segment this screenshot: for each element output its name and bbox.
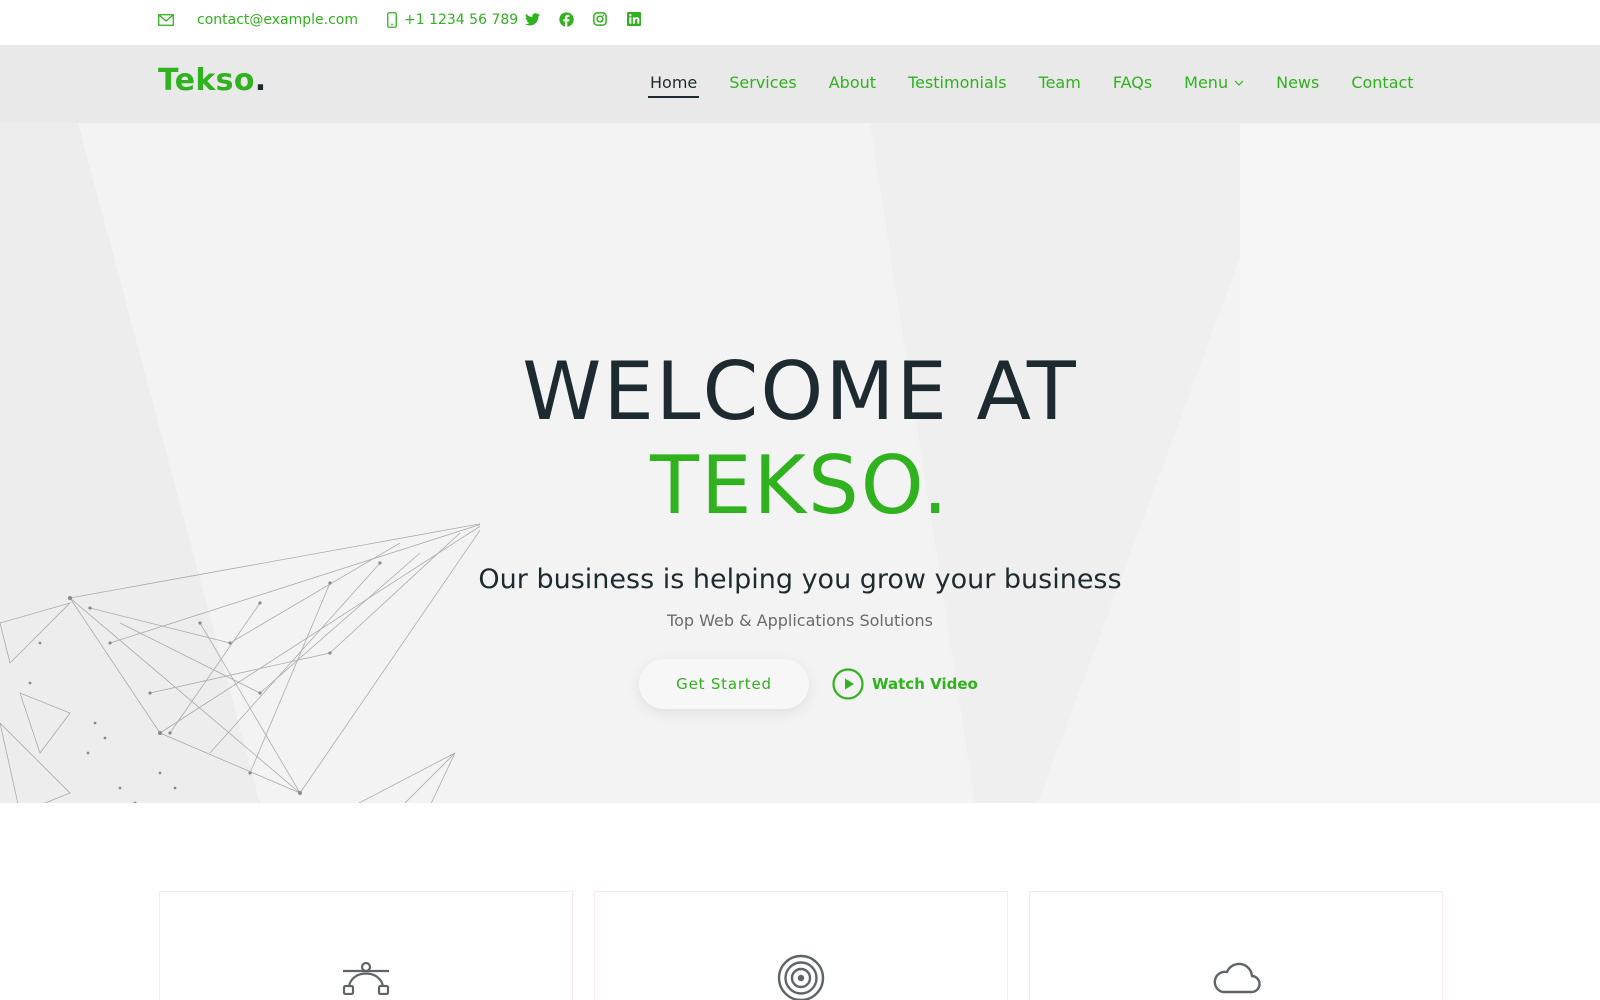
linkedin-icon[interactable] [625, 10, 643, 28]
email-text: contact@example.com [197, 12, 358, 28]
nav-item-menu[interactable]: Menu [1184, 73, 1244, 98]
nav-item-faqs[interactable]: FAQs [1113, 73, 1152, 98]
play-icon [832, 668, 864, 700]
site-header: Tekso. Home Services About Testimonials … [0, 45, 1600, 123]
contact-email[interactable]: contact@example.com [158, 12, 358, 28]
hero-subtitle: Our business is helping you grow your bu… [478, 564, 1122, 595]
logo-text: Tekso [158, 63, 255, 98]
social-links [523, 10, 659, 28]
logo[interactable]: Tekso. [158, 63, 266, 98]
feature-card [594, 891, 1008, 1000]
envelope-icon [158, 13, 174, 27]
nav-item-contact[interactable]: Contact [1351, 73, 1413, 98]
nav-item-menu-label: Menu [1184, 73, 1229, 92]
hero-section: WELCOME AT TEKSO. Our business is helpin… [0, 123, 1600, 803]
vector-path-icon [340, 952, 392, 1000]
twitter-icon[interactable] [523, 10, 541, 28]
get-started-button[interactable]: Get Started [639, 659, 809, 709]
chevron-down-icon [1234, 78, 1244, 88]
nav-item-home[interactable]: Home [647, 73, 700, 98]
watch-video-button[interactable]: Watch Video [832, 668, 978, 700]
feature-card [159, 891, 573, 1000]
phone-text: +1 1234 56 789 [404, 12, 519, 28]
feature-card [1029, 891, 1443, 1000]
nav-item-news[interactable]: News [1276, 73, 1319, 98]
top-bar: contact@example.com +1 1234 56 789 [0, 0, 1600, 45]
nav-item-services[interactable]: Services [729, 73, 796, 98]
facebook-icon[interactable] [557, 10, 575, 28]
target-icon [775, 952, 827, 1000]
nav-item-about[interactable]: About [829, 73, 876, 98]
watch-video-label: Watch Video [872, 675, 978, 693]
features-section [0, 803, 1600, 1000]
mobile-phone-icon [386, 12, 398, 28]
hero-title-line2: TEKSO. [650, 439, 950, 532]
contact-phone[interactable]: +1 1234 56 789 [386, 12, 518, 28]
nav-item-testimonials[interactable]: Testimonials [908, 73, 1007, 98]
nav-item-team[interactable]: Team [1039, 73, 1081, 98]
hero-tagline: Top Web & Applications Solutions [667, 611, 933, 630]
instagram-icon[interactable] [591, 10, 609, 28]
cloud-icon [1210, 952, 1262, 1000]
main-nav: Home Services About Testimonials Team FA… [647, 73, 1446, 98]
hero-title-line1: WELCOME AT [522, 345, 1078, 438]
logo-dot: . [254, 63, 267, 98]
